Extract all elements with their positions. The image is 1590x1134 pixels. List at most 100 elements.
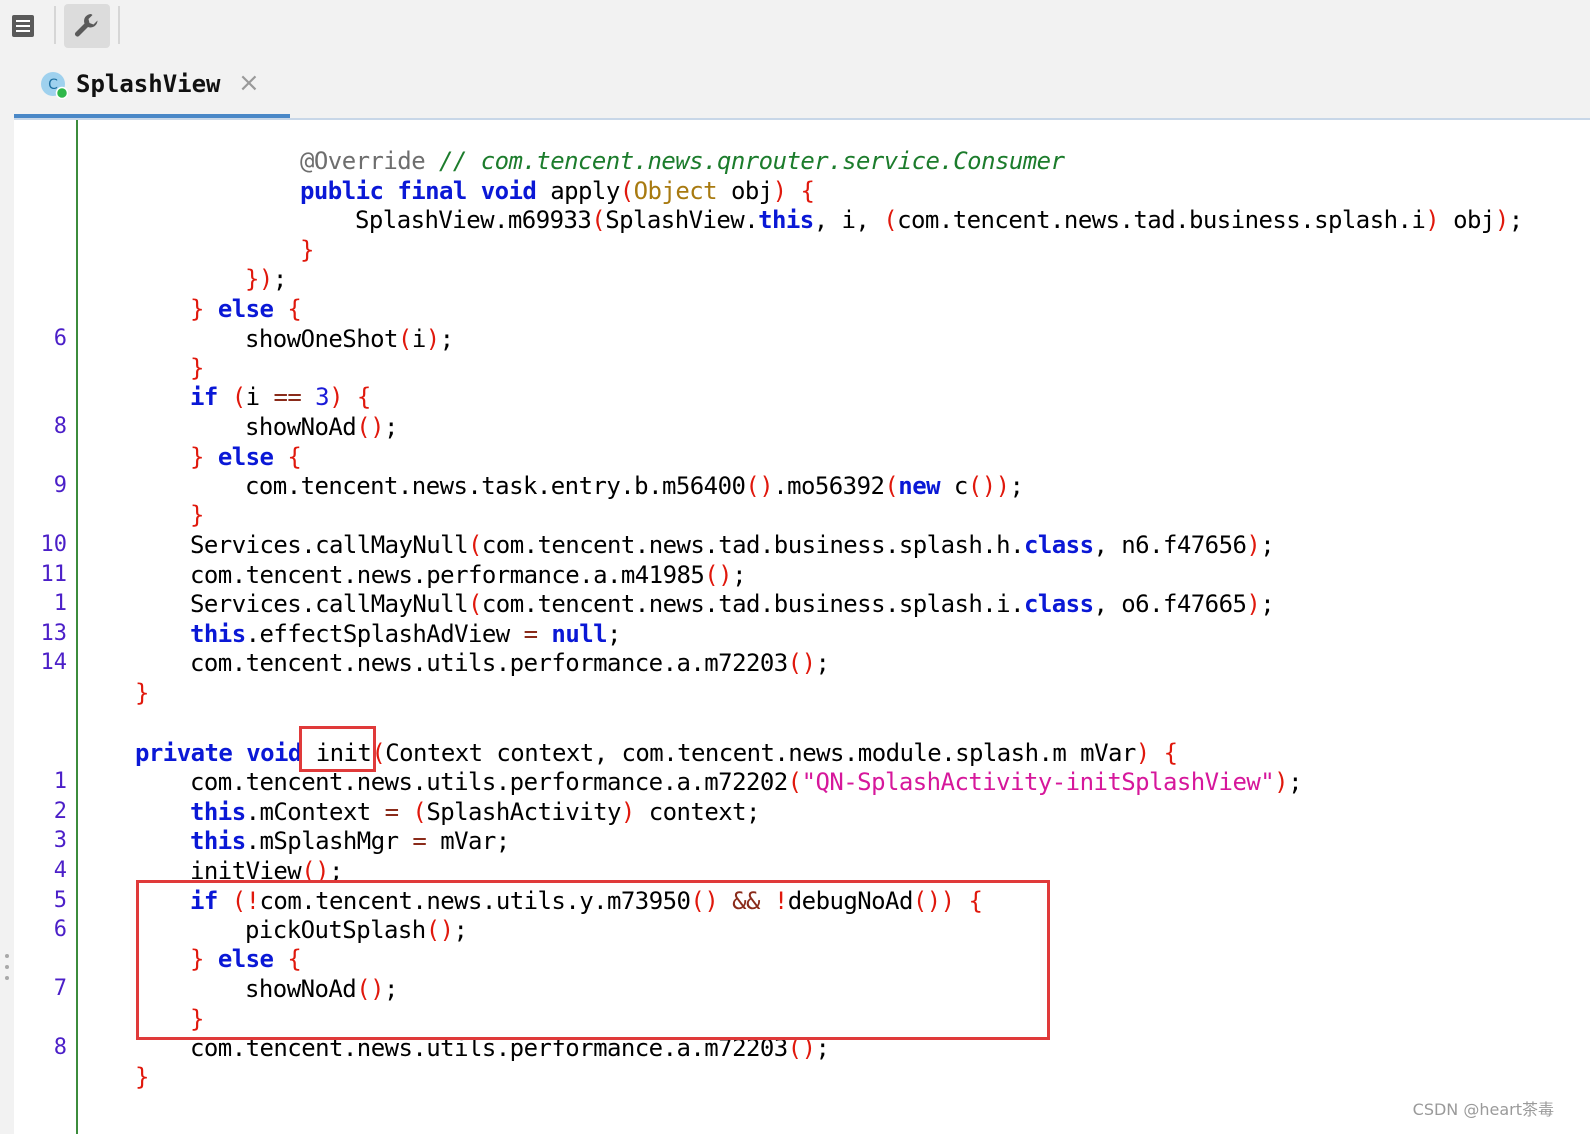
line-number: 6 bbox=[53, 326, 67, 351]
code-token: ( bbox=[468, 590, 482, 618]
code-token: ; bbox=[1508, 206, 1523, 234]
code-line: private void init(Context context, com.t… bbox=[135, 738, 1178, 768]
code-token: = bbox=[384, 798, 399, 826]
code-token: ; bbox=[439, 325, 454, 353]
code-token: .mo56392 bbox=[773, 472, 885, 500]
code-token: ) bbox=[1274, 768, 1289, 796]
code-token: { bbox=[287, 295, 302, 323]
code-token: { bbox=[287, 443, 302, 471]
code-token: = bbox=[523, 620, 538, 648]
code-token: this bbox=[190, 827, 246, 855]
code-token: } bbox=[135, 679, 149, 707]
highlight-box-init bbox=[299, 726, 376, 772]
code-token: obj bbox=[717, 177, 773, 205]
code-token: SplashView. bbox=[605, 206, 759, 234]
code-token: showNoAd bbox=[245, 413, 357, 441]
code-token: Services.callMayNull bbox=[190, 531, 469, 559]
code-token: ()) bbox=[967, 472, 1010, 500]
settings-button[interactable] bbox=[64, 4, 110, 48]
code-token: apply bbox=[536, 177, 620, 205]
code-token: c bbox=[940, 472, 968, 500]
code-token: ( bbox=[397, 325, 412, 353]
code-line: @Override // com.tencent.news.qnrouter.s… bbox=[300, 146, 1065, 176]
code-line: this.mContext = (SplashActivity) context… bbox=[190, 797, 760, 827]
code-token: class bbox=[1023, 531, 1094, 559]
code-token: } bbox=[190, 295, 204, 323]
code-line: public final void apply(Object obj) { bbox=[300, 176, 815, 206]
code-token: , n6.f47656 bbox=[1093, 531, 1247, 559]
code-token: com.tencent.news.utils.performance.a.m72… bbox=[190, 768, 788, 796]
code-token: this bbox=[190, 620, 246, 648]
code-token: { bbox=[800, 177, 815, 205]
tab-title: SplashView bbox=[76, 70, 221, 98]
line-number: 6 bbox=[53, 917, 67, 942]
code-token: else bbox=[217, 443, 274, 471]
code-token: ) bbox=[1494, 206, 1509, 234]
code-token: = bbox=[412, 827, 427, 855]
code-token: ( bbox=[883, 206, 898, 234]
code-token: ; bbox=[1260, 590, 1275, 618]
code-token: ( bbox=[468, 531, 482, 559]
close-icon[interactable]: × bbox=[238, 68, 260, 98]
line-number: 13 bbox=[40, 621, 68, 646]
code-token: () bbox=[745, 472, 774, 500]
line-number: 14 bbox=[40, 650, 68, 675]
code-token: com.tencent.news.task.entry.b.m56400 bbox=[245, 472, 746, 500]
editor-tab-strip: C SplashView × bbox=[0, 56, 1590, 120]
code-token: @Override bbox=[300, 147, 426, 175]
line-number: 7 bbox=[53, 976, 67, 1001]
code-token: class bbox=[1023, 590, 1094, 618]
code-token: void bbox=[246, 739, 302, 767]
line-number: 3 bbox=[53, 828, 67, 853]
code-token: , o6.f47665 bbox=[1093, 590, 1247, 618]
code-token: .mSplashMgr bbox=[245, 827, 413, 855]
code-line: } else { bbox=[190, 294, 302, 324]
class-icon: C bbox=[41, 72, 68, 99]
line-number: 8 bbox=[53, 1035, 67, 1060]
menu-icon bbox=[12, 15, 34, 37]
code-token: Services.callMayNull bbox=[190, 590, 469, 618]
code-token: showOneShot bbox=[245, 325, 398, 353]
code-line: showOneShot(i); bbox=[245, 324, 454, 354]
tab-splashview[interactable]: C SplashView × bbox=[14, 56, 290, 116]
code-line: } bbox=[190, 500, 204, 530]
code-token: public bbox=[300, 177, 384, 205]
code-token: SplashView.m69933 bbox=[355, 206, 592, 234]
resize-handle[interactable] bbox=[4, 952, 10, 982]
line-number: 11 bbox=[40, 562, 68, 587]
code-token: void bbox=[480, 177, 537, 205]
code-token: obj bbox=[1439, 206, 1495, 234]
code-token: context; bbox=[634, 798, 761, 826]
code-token: com.tencent.news.tad.business.splash.h. bbox=[481, 531, 1025, 559]
code-token: } bbox=[135, 1063, 149, 1091]
line-number: 2 bbox=[53, 799, 67, 824]
line-number: 9 bbox=[53, 473, 67, 498]
code-line: com.tencent.news.task.entry.b.m56400().m… bbox=[245, 471, 1024, 501]
code-token: ) bbox=[1425, 206, 1440, 234]
code-token: if bbox=[190, 383, 218, 411]
code-token: .mContext bbox=[245, 798, 385, 826]
code-token: ( bbox=[884, 472, 899, 500]
code-token: ) bbox=[1246, 531, 1261, 559]
code-token: ( bbox=[619, 177, 634, 205]
code-token: () bbox=[704, 561, 733, 589]
code-token: ; bbox=[1009, 472, 1024, 500]
menu-button[interactable] bbox=[6, 4, 40, 48]
line-number: 5 bbox=[53, 888, 67, 913]
code-line: } bbox=[135, 678, 149, 708]
code-token: 3 bbox=[315, 383, 330, 411]
line-number: 1 bbox=[53, 591, 67, 616]
code-line: if (i == 3) { bbox=[190, 382, 371, 412]
code-line: showNoAd(); bbox=[245, 412, 398, 442]
